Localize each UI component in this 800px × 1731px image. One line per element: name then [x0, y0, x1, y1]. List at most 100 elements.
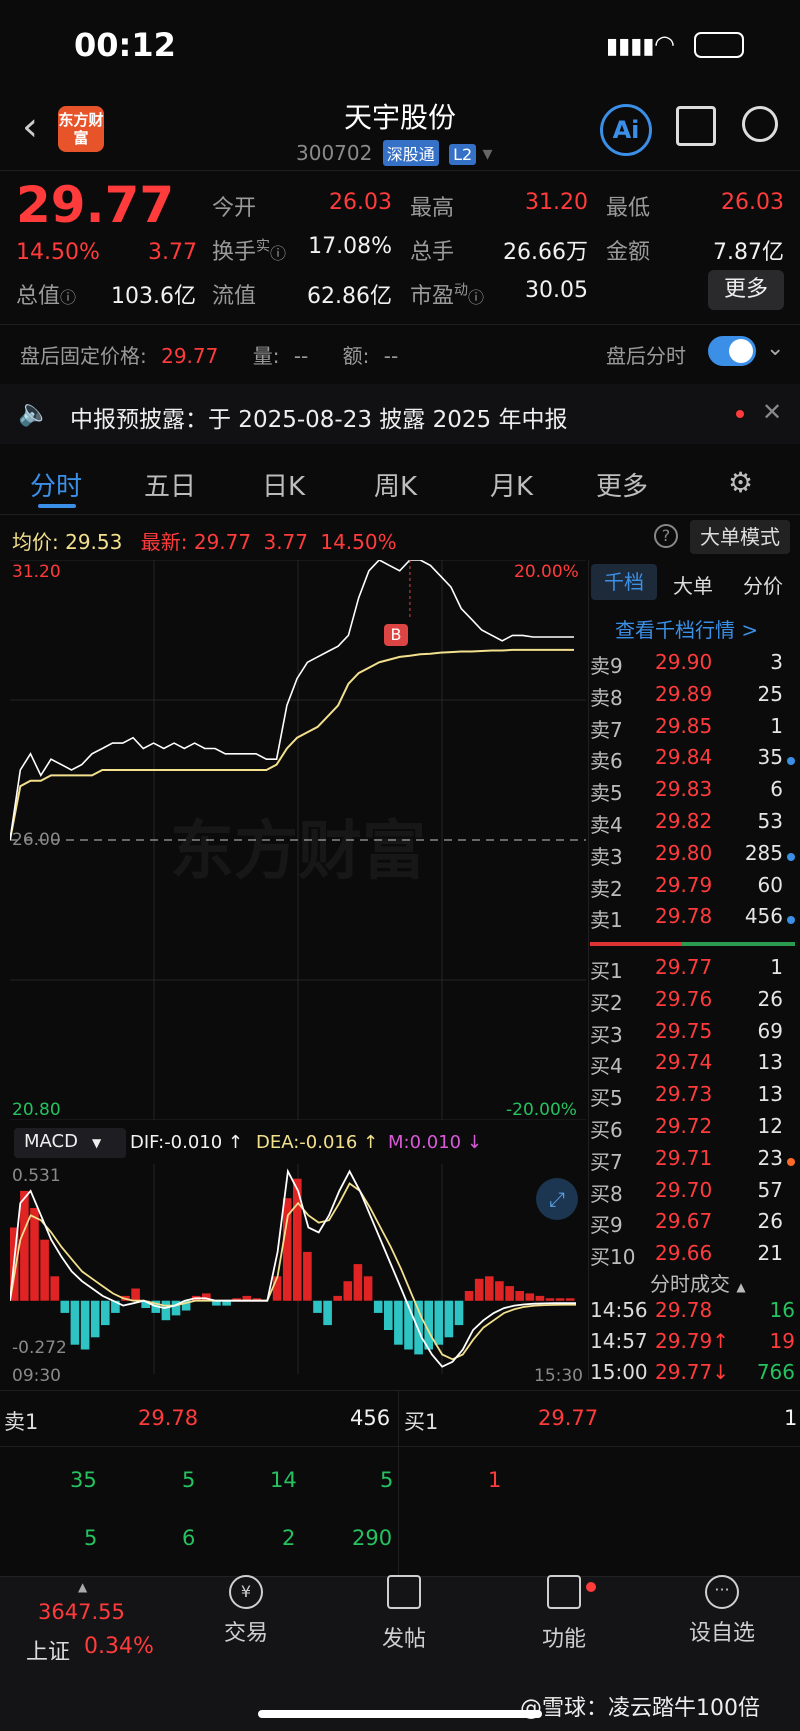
big-order-mode-button[interactable]: 大单模式 [690, 520, 790, 554]
ask-volume: 3 [770, 650, 783, 674]
order-dot [787, 852, 795, 861]
share-icon[interactable] [676, 106, 716, 146]
ai-button[interactable]: Ai [600, 104, 652, 156]
pe-label: 市盈动ⓘ [410, 278, 484, 310]
bid-level: 买10 [590, 1245, 636, 1270]
macd-m: M:0.010 ↓ [388, 1132, 482, 1153]
ask-volume: 6 [770, 777, 783, 802]
bid-level: 买6 [590, 1118, 623, 1142]
ask-volume: 53 [757, 809, 783, 833]
afterhours-amt-label: 额: [342, 344, 370, 368]
more-button[interactable]: 更多 [708, 270, 784, 310]
high-value: 31.20 [525, 190, 588, 215]
ask-row: 卖9 29.90 3 [590, 650, 795, 682]
macd-bar [373, 1300, 383, 1313]
orderbook-tab-large[interactable]: 大单 [673, 570, 713, 599]
macd-selector[interactable]: MACD ▼ [14, 1128, 126, 1158]
chevron-down-icon[interactable]: ⌄ [766, 336, 784, 361]
nav-add-watch-label: 设自选 [688, 1621, 755, 1646]
orderbook-link[interactable]: 查看千档行情 > [615, 614, 758, 643]
afterhours-price: 29.77 [161, 344, 219, 368]
close-icon[interactable]: ✕ [762, 398, 782, 426]
trade-time: 14:56 [590, 1298, 648, 1322]
trade-price: 29.77↓ [655, 1360, 730, 1384]
index-name: 上证 [26, 1640, 71, 1665]
tab-intraday[interactable]: 分时 [30, 466, 82, 503]
search-icon[interactable] [742, 106, 778, 142]
last-value: 29.77 [193, 530, 252, 554]
macd-bar [384, 1300, 393, 1330]
pe-label-text: 市盈 [410, 284, 455, 309]
gear-icon[interactable]: ⚙ [728, 466, 753, 499]
trade-volume: 19 [769, 1329, 795, 1353]
ask-price: 29.83 [655, 777, 713, 802]
pe-value: 30.05 [525, 278, 588, 303]
index-widget[interactable]: ▲ 3647.55 上证 0.34% [0, 1580, 170, 1670]
stock-code-row: 300702 深股通 L2 ▾ [296, 140, 493, 166]
queue-item: 35 [70, 1468, 97, 1492]
tab-weekly[interactable]: 周K [374, 466, 417, 503]
macd-bar [80, 1300, 90, 1350]
nav-post-label: 发帖 [381, 1627, 426, 1652]
expand-icon[interactable]: ⤢ [536, 1178, 578, 1220]
trade-row: 14:56 29.78 16 [590, 1298, 795, 1330]
ask-row: 卖4 29.82 53 [590, 809, 795, 841]
tab-5day[interactable]: 五日 [144, 466, 196, 503]
notice-bar[interactable]: 🔈 中报预披露：于 2025-08-23 披露 2025 年中报 ✕ [0, 384, 800, 444]
pct-axis-top-label: 20.00% [514, 562, 579, 582]
volume-label: 总手 [410, 240, 455, 265]
turnover-label: 换手实ⓘ [212, 234, 286, 266]
macd-bar [454, 1300, 464, 1326]
index-value: 3647.55 [38, 1600, 125, 1624]
tab-monthly[interactable]: 月K [490, 466, 533, 503]
info-icon[interactable]: ⓘ [270, 244, 286, 263]
ask-row: 卖8 29.89 25 [590, 682, 795, 714]
macd-bar [50, 1276, 59, 1301]
tab-daily[interactable]: 日K [262, 466, 305, 503]
bid-price: 29.67 [655, 1209, 713, 1234]
tab-more[interactable]: 更多 [596, 466, 648, 503]
ask-level: 卖7 [590, 717, 623, 742]
macd-bar [485, 1276, 494, 1301]
macd-chart[interactable] [10, 1164, 586, 1374]
macd-bar [565, 1298, 575, 1301]
macd-label: MACD [24, 1131, 78, 1152]
nav-trade[interactable]: ¥ 交易 [176, 1575, 316, 1647]
bid-row: 买4 29.74 13 [590, 1050, 795, 1082]
nav-add-watch[interactable]: ··· 设自选 [652, 1575, 792, 1647]
nav-post[interactable]: 发帖 [334, 1575, 474, 1653]
ask-level: 卖2 [590, 876, 623, 901]
bid-price: 29.75 [655, 1018, 713, 1043]
tab-indicator [38, 504, 76, 508]
amount-value: 7.87亿 [713, 240, 784, 265]
volume-value: 26.66万 [503, 240, 588, 265]
orderbook-tab-price[interactable]: 分价 [743, 570, 783, 599]
wifi-icon: ◠ [654, 30, 675, 58]
chevron-down-icon[interactable]: ▾ [483, 141, 493, 165]
info-icon[interactable]: ⓘ [468, 288, 484, 307]
ask-volume: 1 [770, 713, 783, 738]
bid-row: 买7 29.71 23 [590, 1146, 795, 1178]
nav-badge-dot [586, 1582, 596, 1592]
nav-function-label: 功能 [541, 1627, 586, 1652]
order-dot [787, 916, 795, 925]
ask-level: 卖6 [590, 749, 623, 774]
ask-volume: 35 [757, 745, 783, 770]
low-label: 最低 [606, 196, 651, 221]
trade-volume: 766 [756, 1360, 795, 1384]
trades-title[interactable]: 分时成交 ▲ [650, 1268, 746, 1297]
chevron-down-icon: ▼ [91, 1136, 102, 1150]
orderbook-tab-1000[interactable]: 千档 [591, 564, 657, 600]
info-icon[interactable]: ⓘ [60, 288, 76, 307]
mcap-value: 103.6亿 [111, 284, 196, 309]
bid-level: 买3 [590, 1022, 623, 1047]
speaker-icon: 🔈 [18, 398, 51, 428]
queue-item: 1 [488, 1468, 502, 1492]
nav-function[interactable]: 功能 [494, 1575, 634, 1653]
bid-volume: 23 [757, 1145, 783, 1170]
macd-bar [131, 1288, 140, 1301]
market-badge: 深股通 [382, 140, 439, 166]
afterhours-toggle[interactable] [708, 336, 756, 366]
help-icon[interactable]: ? [654, 524, 678, 548]
change-pct: 14.50% [16, 240, 100, 265]
